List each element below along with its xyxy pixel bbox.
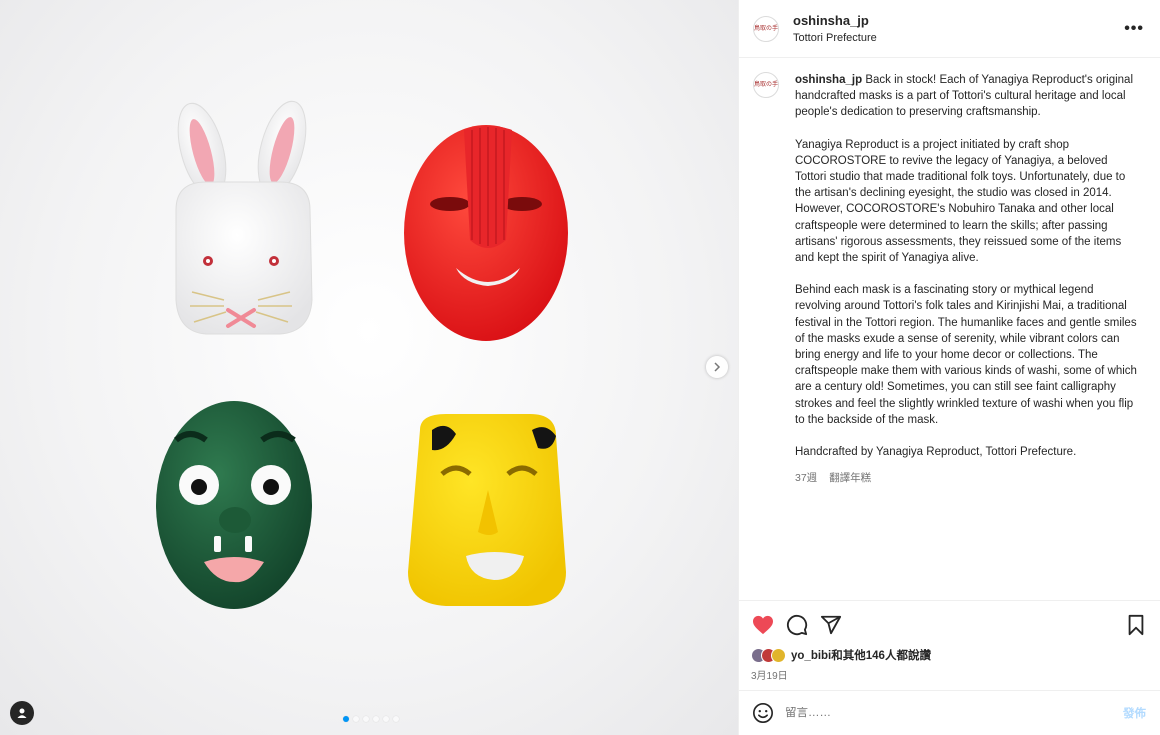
post-age[interactable]: 37週 — [795, 470, 817, 486]
caption-username[interactable]: oshinsha_jp — [795, 74, 862, 86]
carousel-dot — [383, 716, 389, 722]
post-panel: 鳥取の手 oshinsha_jp Tottori Prefecture ••• … — [738, 0, 1160, 735]
action-bar: yo_bibi和其他146人都說讚 3月19日 — [739, 600, 1160, 690]
translate-link[interactable]: 翻譯年糕 — [829, 470, 871, 486]
more-icon: ••• — [1124, 20, 1144, 37]
like-button[interactable] — [751, 613, 775, 637]
carousel-dot — [373, 716, 379, 722]
post-media[interactable] — [0, 0, 738, 735]
likes-summary[interactable]: yo_bibi和其他146人都說讚 — [751, 647, 1148, 663]
caption-paragraph: Behind each mask is a fascinating story … — [795, 284, 1137, 426]
user-tag-button[interactable] — [10, 701, 34, 725]
carousel-dot — [363, 716, 369, 722]
save-button[interactable] — [1124, 613, 1148, 637]
red-mask — [404, 125, 568, 341]
post-username[interactable]: oshinsha_jp — [793, 13, 877, 28]
caption-text: oshinsha_jp Back in stock! Each of Yanag… — [795, 72, 1139, 600]
emoji-icon — [753, 703, 773, 723]
share-icon — [820, 615, 842, 635]
carousel-dot — [343, 716, 349, 722]
post-comment-button[interactable]: 發佈 — [1123, 705, 1146, 721]
rabbit-mask — [175, 100, 313, 335]
heart-icon — [753, 615, 773, 635]
caption-paragraph: oshinsha_jp Back in stock! Each of Yanag… — [795, 74, 1134, 119]
chevron-right-icon — [714, 362, 721, 372]
caption-paragraph: Yanagiya Reproduct is a project initiate… — [795, 138, 1126, 265]
avatar[interactable]: 鳥取の手 — [753, 15, 779, 42]
liker-avatar — [771, 647, 786, 663]
green-mask — [156, 401, 312, 609]
more-options-button[interactable]: ••• — [1124, 20, 1144, 38]
yellow-mask — [408, 414, 566, 606]
caption-paragraph: Handcrafted by Yanagiya Reproduct, Totto… — [795, 446, 1077, 459]
avatar-logo: 鳥取の手 — [754, 25, 779, 32]
emoji-button[interactable] — [751, 701, 775, 725]
comment-button[interactable] — [785, 613, 809, 637]
avatar-logo: 鳥取の手 — [754, 82, 779, 88]
carousel-dot — [353, 716, 359, 722]
carousel-dot — [393, 716, 399, 722]
share-button[interactable] — [819, 613, 843, 637]
likes-count[interactable]: yo_bibi和其他146人都說讚 — [791, 647, 931, 663]
user-tag-icon — [17, 708, 27, 718]
comment-input[interactable] — [785, 707, 1123, 719]
comment-bar: 發佈 — [739, 690, 1160, 735]
carousel-indicators — [343, 716, 399, 722]
next-image-button[interactable] — [706, 356, 728, 378]
post-location[interactable]: Tottori Prefecture — [793, 32, 877, 44]
caption-area: 鳥取の手 oshinsha_jp Back in stock! Each of … — [739, 58, 1160, 600]
caption-avatar[interactable]: 鳥取の手 — [753, 72, 779, 98]
post-header: 鳥取の手 oshinsha_jp Tottori Prefecture ••• — [739, 0, 1160, 58]
caption-meta: 37週 翻譯年糕 — [795, 470, 1139, 486]
comment-icon — [786, 614, 808, 636]
post-date[interactable]: 3月19日 — [751, 667, 1148, 682]
mask-photo — [156, 100, 568, 609]
bookmark-icon — [1128, 614, 1144, 636]
